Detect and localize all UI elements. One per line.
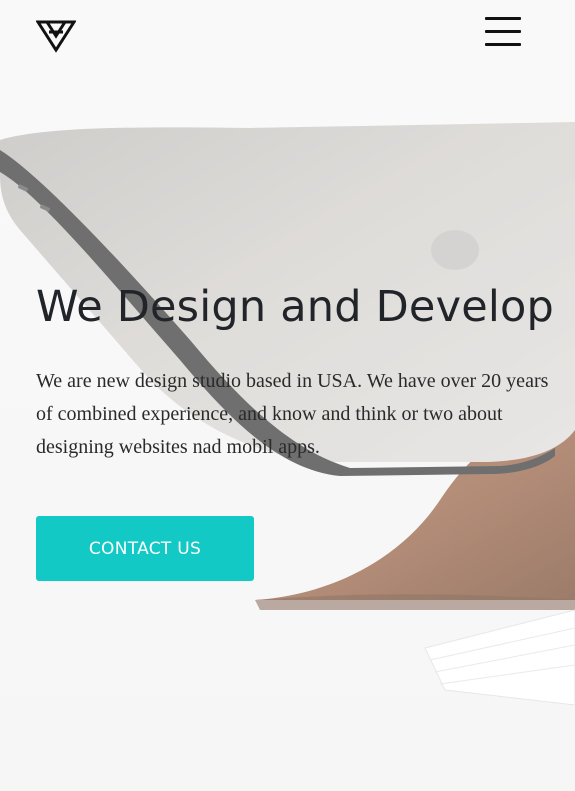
hero-title: We Design and Develop <box>36 282 555 332</box>
menu-button[interactable] <box>484 16 522 48</box>
logo[interactable] <box>35 19 77 53</box>
triangle-logo-icon <box>35 20 77 53</box>
contact-us-button[interactable]: CONTACT US <box>36 516 254 581</box>
hamburger-menu-icon-line <box>485 43 521 46</box>
hamburger-menu-icon-line <box>485 30 521 33</box>
hero-description: We are new design studio based in USA. W… <box>36 370 549 458</box>
hamburger-menu-icon-line <box>485 17 521 20</box>
